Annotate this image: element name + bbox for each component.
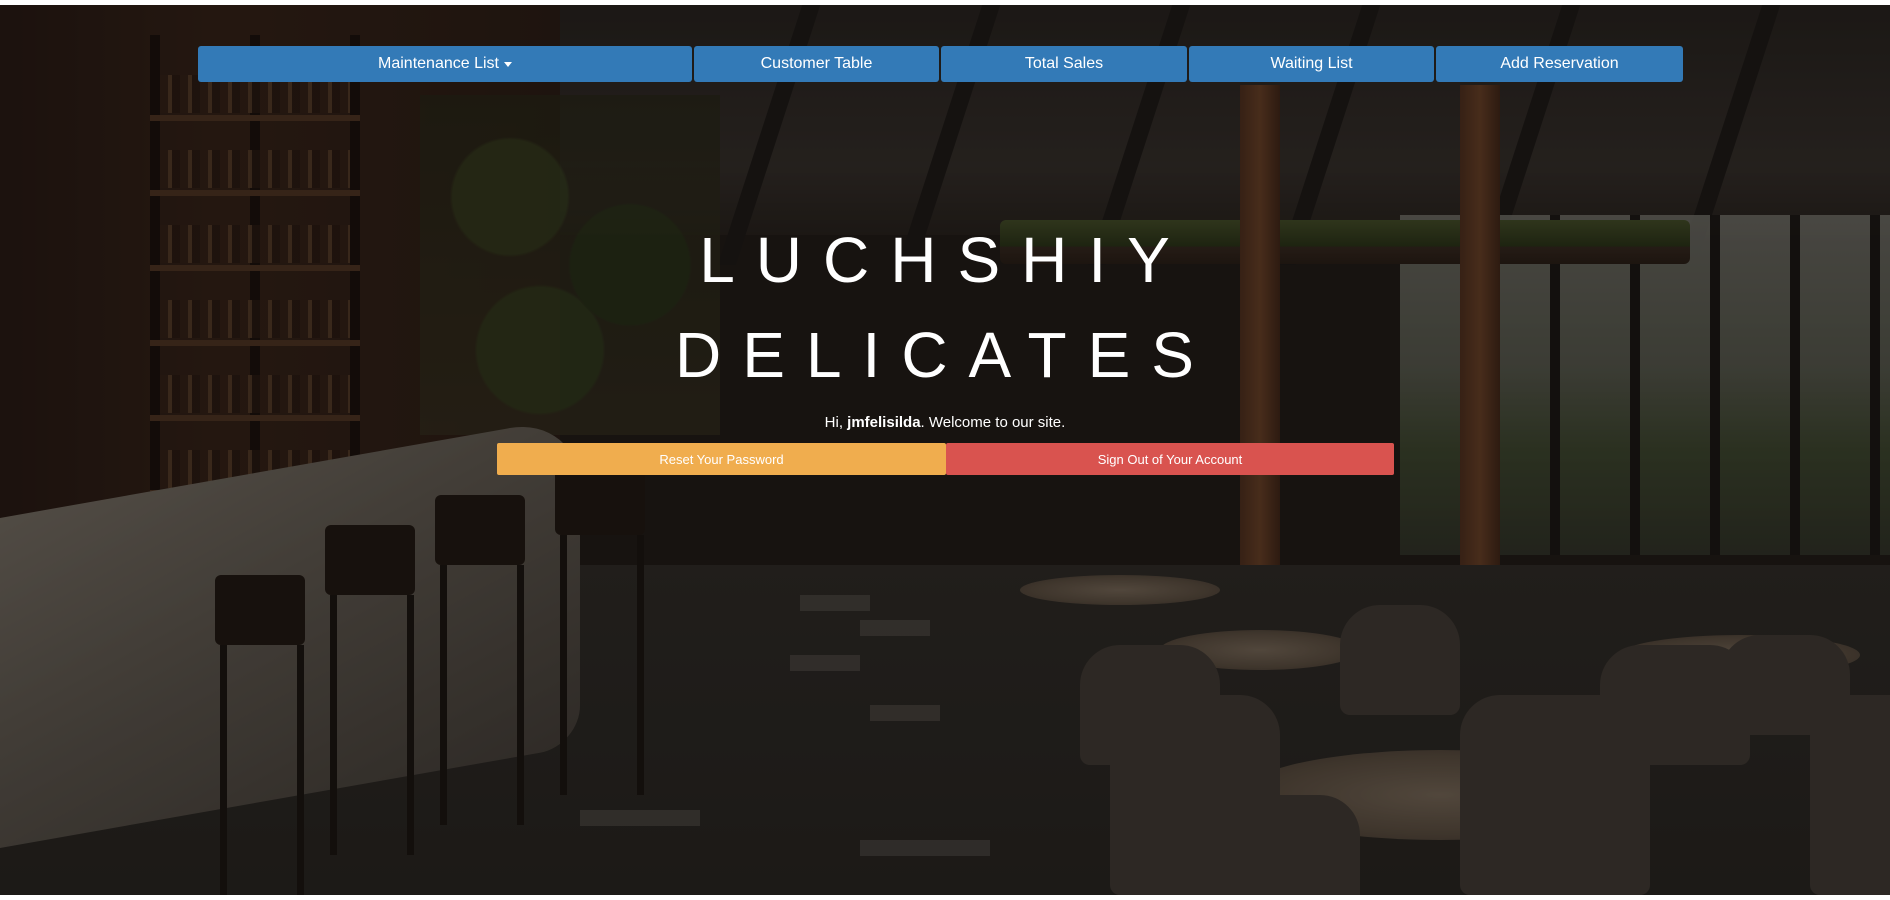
welcome-message: Hi, jmfelisilda. Welcome to our site. (0, 414, 1890, 431)
main-navbar: Maintenance List Customer Table Total Sa… (198, 46, 1683, 82)
welcome-prefix: Hi, (824, 414, 848, 431)
nav-add-reservation[interactable]: Add Reservation (1436, 46, 1683, 82)
welcome-username: jmfelisilda (847, 414, 921, 431)
nav-maintenance-list-dropdown[interactable]: Maintenance List (198, 46, 692, 82)
hero-title-line1: LUCHSHIY (699, 224, 1191, 296)
nav-total-sales[interactable]: Total Sales (941, 46, 1187, 82)
account-actions: Reset Your Password Sign Out of Your Acc… (497, 443, 1394, 475)
reset-password-button[interactable]: Reset Your Password (497, 443, 946, 475)
hero-title-line2: DELICATES (675, 319, 1215, 391)
nav-add-reservation-label: Add Reservation (1500, 55, 1619, 72)
nav-maintenance-list-label: Maintenance List (378, 55, 499, 72)
nav-customer-table-label: Customer Table (760, 55, 873, 72)
nav-waiting-list-label: Waiting List (1270, 55, 1353, 72)
page-viewport: Maintenance List Customer Table Total Sa… (0, 5, 1890, 895)
welcome-suffix: . Welcome to our site. (920, 414, 1066, 431)
nav-customer-table[interactable]: Customer Table (694, 46, 939, 82)
sign-out-button[interactable]: Sign Out of Your Account (946, 443, 1394, 475)
nav-total-sales-label: Total Sales (1024, 55, 1104, 72)
nav-waiting-list[interactable]: Waiting List (1189, 46, 1434, 82)
caret-down-icon (503, 61, 512, 67)
